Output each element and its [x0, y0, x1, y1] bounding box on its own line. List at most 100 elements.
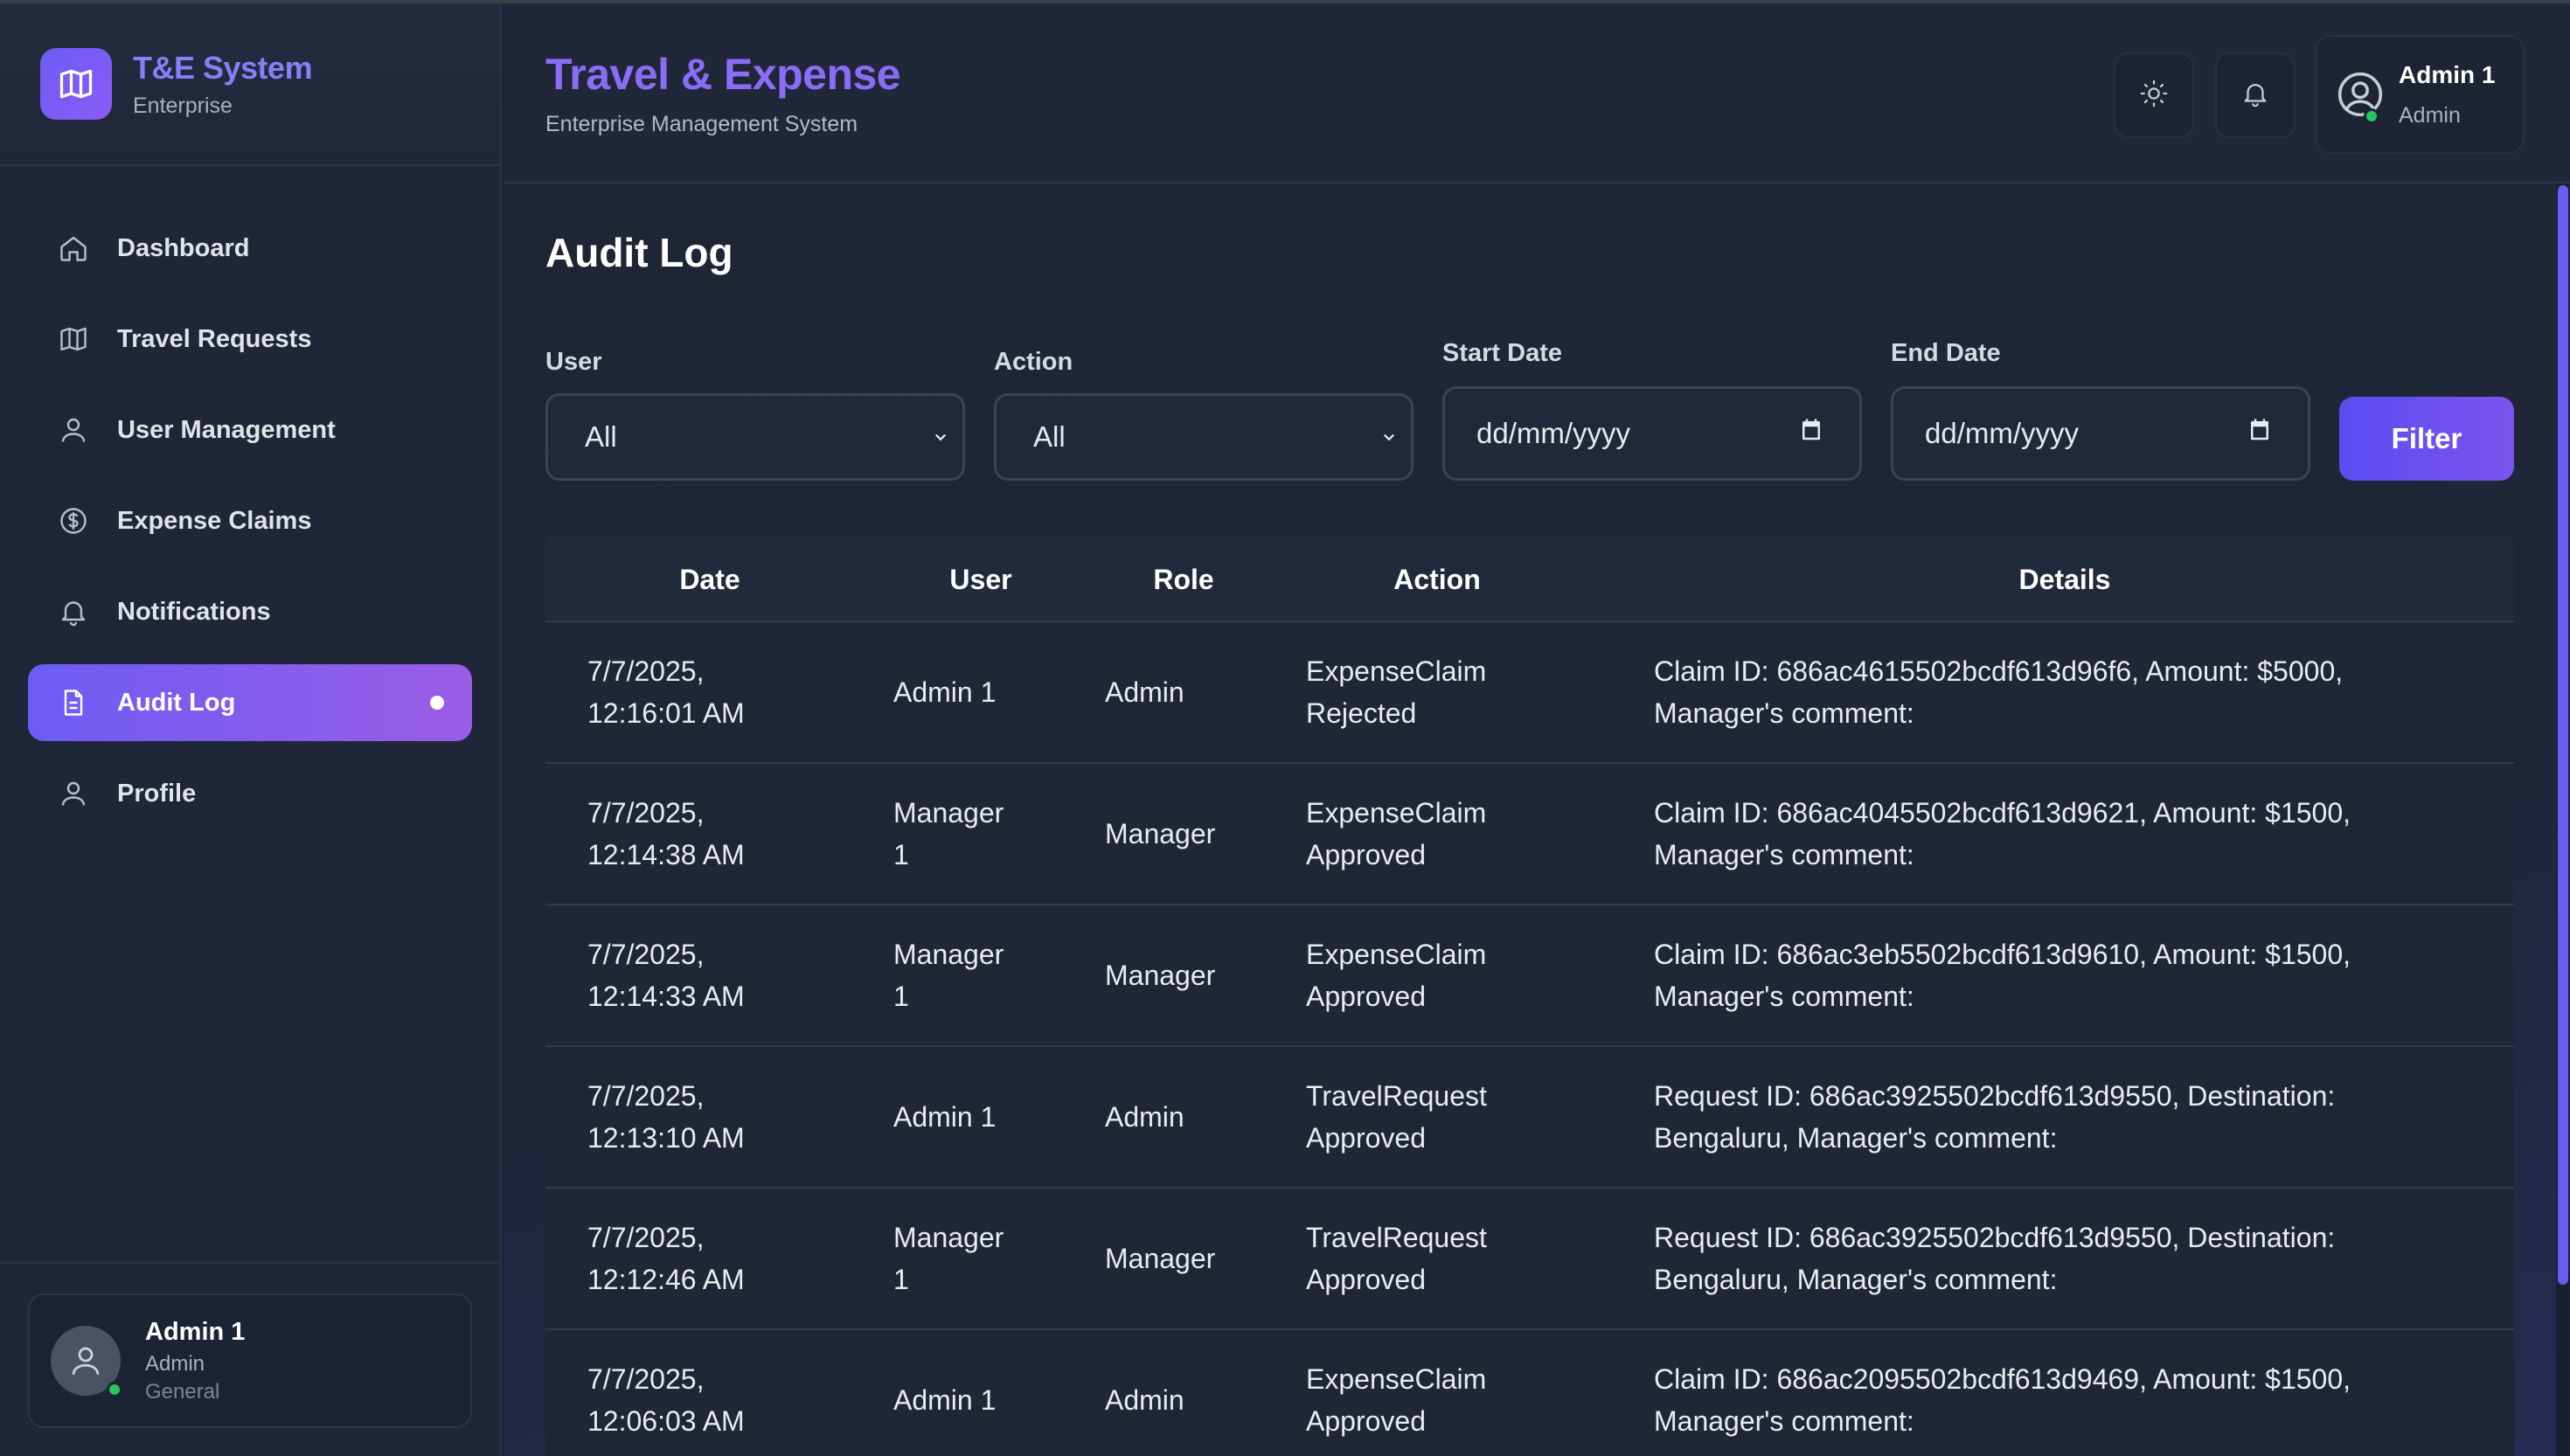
start-date-placeholder: dd/mm/yyyy	[1476, 417, 1631, 449]
cell-action: ExpenseClaim Approved	[1306, 939, 1487, 1012]
sidebar: T&E System Enterprise Dashboard Travel R…	[0, 3, 502, 1456]
start-date-input[interactable]: dd/mm/yyyy	[1442, 386, 1862, 481]
table-header: Date User Role Action Details	[545, 537, 2514, 622]
sidebar-item-dashboard[interactable]: Dashboard	[28, 210, 472, 287]
dollar-icon	[56, 503, 91, 538]
sidebar-item-label: User Management	[117, 415, 336, 444]
table-row[interactable]: 7/7/2025, 12:12:46 AM Manager 1 Manager Tr…	[545, 1189, 2514, 1330]
cell-date: 7/7/2025, 12:13:10 AM	[587, 1080, 745, 1154]
active-indicator-dot	[430, 696, 444, 710]
audit-log-table: Date User Role Action Details 7/7/2025, 1…	[545, 537, 2514, 1456]
sidebar-divider	[0, 1262, 500, 1264]
sidebar-item-audit-log[interactable]: Audit Log	[28, 664, 472, 741]
sidebar-item-user-management[interactable]: User Management	[28, 392, 472, 468]
cell-action: TravelRequest Approved	[1306, 1080, 1487, 1154]
end-date-input[interactable]: dd/mm/yyyy	[1891, 386, 2310, 481]
document-icon	[56, 685, 91, 720]
cell-action: ExpenseClaim Approved	[1306, 1363, 1487, 1437]
cell-role: Admin	[1105, 1384, 1184, 1416]
user-icon	[56, 776, 91, 811]
main-content: Audit Log User All Action All Start Date…	[504, 184, 2570, 1456]
cell-action: TravelRequest Approved	[1306, 1222, 1487, 1295]
start-date-label: Start Date	[1442, 339, 1562, 367]
bell-icon	[2240, 79, 2270, 113]
cell-user: Admin 1	[893, 1101, 997, 1133]
user-filter-label: User	[545, 348, 602, 376]
home-icon	[56, 231, 91, 266]
sidebar-item-label: Profile	[117, 779, 197, 808]
cell-user: Manager 1	[893, 1222, 1004, 1295]
user-icon	[56, 413, 91, 447]
table-row[interactable]: 7/7/2025, 12:13:10 AM Admin 1 Admin Trave…	[545, 1047, 2514, 1189]
sidebar-user-card[interactable]: Admin 1 Admin General	[28, 1293, 472, 1428]
cell-user: Admin 1	[893, 676, 997, 708]
sidebar-item-profile[interactable]: Profile	[28, 755, 472, 832]
avatar	[51, 1326, 122, 1397]
cell-user: Manager 1	[893, 797, 1004, 870]
sidebar-user-name: Admin 1	[145, 1317, 246, 1346]
action-filter-value: All	[1033, 420, 1066, 453]
brand-title: T&E System	[133, 49, 313, 86]
sidebar-item-label: Travel Requests	[117, 324, 312, 353]
user-filter-select[interactable]: All	[545, 393, 965, 481]
table-row[interactable]: 7/7/2025, 12:14:33 AM Manager 1 Manager Ex…	[545, 905, 2514, 1047]
calendar-icon[interactable]	[1798, 417, 1824, 450]
header-user-menu[interactable]: Admin 1 Admin	[2315, 35, 2525, 154]
map-icon	[56, 322, 91, 357]
notifications-button[interactable]	[2215, 52, 2296, 138]
filter-button[interactable]: Filter	[2339, 397, 2514, 481]
cell-date: 7/7/2025, 12:06:03 AM	[587, 1363, 745, 1437]
table-row[interactable]: 7/7/2025, 12:06:03 AM Admin 1 Admin Expen…	[545, 1330, 2514, 1456]
calendar-icon[interactable]	[2247, 417, 2273, 450]
sidebar-item-label: Expense Claims	[117, 506, 312, 535]
sun-icon	[2139, 79, 2169, 113]
chevron-down-icon	[931, 420, 950, 454]
cell-details: Request ID: 686ac3925502bcdf613d9550, De…	[1654, 1080, 2336, 1154]
cell-date: 7/7/2025, 12:12:46 AM	[587, 1222, 745, 1295]
cell-role: Admin	[1105, 676, 1184, 708]
cell-details: Request ID: 686ac3925502bcdf613d9550, De…	[1654, 1222, 2336, 1295]
online-status-dot	[107, 1382, 122, 1397]
table-row[interactable]: 7/7/2025, 12:16:01 AM Admin 1 Admin Expen…	[545, 622, 2514, 764]
cell-date: 7/7/2025, 12:14:38 AM	[587, 797, 745, 870]
column-header-details[interactable]: Details	[1654, 537, 2476, 622]
cell-details: Claim ID: 686ac2095502bcdf613d9469, Amou…	[1654, 1363, 2351, 1437]
sidebar-item-notifications[interactable]: Notifications	[28, 573, 472, 650]
action-filter-select[interactable]: All	[994, 393, 1414, 481]
cell-date: 7/7/2025, 12:16:01 AM	[587, 655, 745, 729]
column-header-date[interactable]: Date	[587, 537, 832, 622]
sidebar-item-label: Notifications	[117, 597, 271, 626]
column-header-user[interactable]: User	[893, 537, 1068, 622]
cell-date: 7/7/2025, 12:14:33 AM	[587, 939, 745, 1012]
sidebar-nav: Dashboard Travel Requests User Managemen…	[0, 166, 500, 832]
main-scrollbar-thumb[interactable]	[2558, 185, 2568, 1285]
cell-details: Claim ID: 686ac3eb5502bcdf613d9610, Amou…	[1654, 939, 2351, 1012]
cell-role: Manager	[1105, 818, 1216, 849]
sidebar-item-label: Dashboard	[117, 233, 250, 262]
column-header-role[interactable]: Role	[1105, 537, 1262, 622]
header-user-name: Admin 1	[2399, 61, 2496, 88]
cell-role: Manager	[1105, 1243, 1216, 1274]
theme-toggle-button[interactable]	[2114, 52, 2194, 138]
end-date-label: End Date	[1891, 339, 2001, 367]
sidebar-item-travel-requests[interactable]: Travel Requests	[28, 301, 472, 378]
cell-role: Admin	[1105, 1101, 1184, 1133]
cell-user: Manager 1	[893, 939, 1004, 1012]
column-header-action[interactable]: Action	[1306, 537, 1568, 622]
action-filter-label: Action	[994, 348, 1073, 376]
map-logo-icon	[40, 48, 112, 120]
cell-action: ExpenseClaim Rejected	[1306, 655, 1487, 729]
online-status-dot	[2364, 108, 2379, 124]
sidebar-user-role: Admin	[145, 1351, 205, 1376]
bell-icon	[56, 594, 91, 629]
table-row[interactable]: 7/7/2025, 12:14:38 AM Manager 1 Manager Ex…	[545, 764, 2514, 905]
chevron-down-icon	[1379, 420, 1399, 454]
cell-user: Admin 1	[893, 1384, 997, 1416]
user-filter-value: All	[585, 420, 617, 453]
end-date-placeholder: dd/mm/yyyy	[1925, 417, 2080, 449]
brand: T&E System Enterprise	[0, 3, 500, 166]
app-title: Travel & Expense	[545, 50, 901, 99]
sidebar-item-expense-claims[interactable]: Expense Claims	[28, 482, 472, 559]
app-subtitle: Enterprise Management System	[545, 112, 858, 136]
cell-action: ExpenseClaim Approved	[1306, 797, 1487, 870]
